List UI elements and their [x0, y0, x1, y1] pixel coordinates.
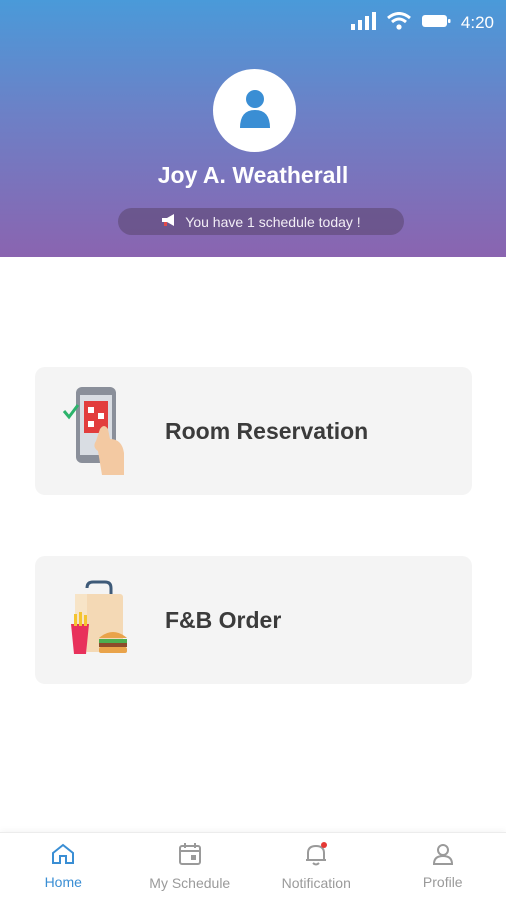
room-reservation-card[interactable]: Room Reservation [35, 367, 472, 495]
food-bag-icon [35, 556, 165, 684]
megaphone-icon [161, 213, 177, 230]
nav-profile-label: Profile [422, 874, 463, 890]
status-bar: 4:20 [350, 10, 494, 36]
nav-my-schedule-label: My Schedule [149, 875, 231, 891]
phone-touch-icon [35, 367, 165, 495]
avatar[interactable] [213, 69, 296, 152]
user-avatar-icon [238, 88, 272, 133]
wifi-icon [386, 11, 411, 35]
signal-icon [350, 11, 377, 35]
nav-notification[interactable]: Notification [253, 833, 380, 900]
nav-my-schedule[interactable]: My Schedule [127, 833, 254, 900]
profile-header: 4:20 Joy A. Weatherall You have 1 schedu… [0, 0, 506, 257]
fb-order-label: F&B Order [165, 606, 282, 633]
schedule-notice[interactable]: You have 1 schedule today ! [118, 208, 404, 235]
calendar-icon [178, 842, 202, 869]
user-icon [432, 843, 454, 868]
battery-icon [421, 13, 451, 34]
schedule-notice-text: You have 1 schedule today ! [185, 213, 361, 230]
room-reservation-label: Room Reservation [165, 417, 369, 444]
fb-order-card[interactable]: F&B Order [35, 556, 472, 684]
nav-profile[interactable]: Profile [380, 833, 506, 900]
bell-icon [303, 842, 329, 869]
nav-home[interactable]: Home [0, 833, 127, 900]
nav-home-label: Home [44, 874, 82, 890]
home-icon [51, 843, 75, 868]
status-time: 4:20 [460, 13, 494, 32]
bottom-navigation: Home My Schedule Notification Profile [0, 832, 506, 900]
user-name: Joy A. Weatherall [157, 162, 349, 188]
nav-notification-label: Notification [281, 875, 351, 891]
